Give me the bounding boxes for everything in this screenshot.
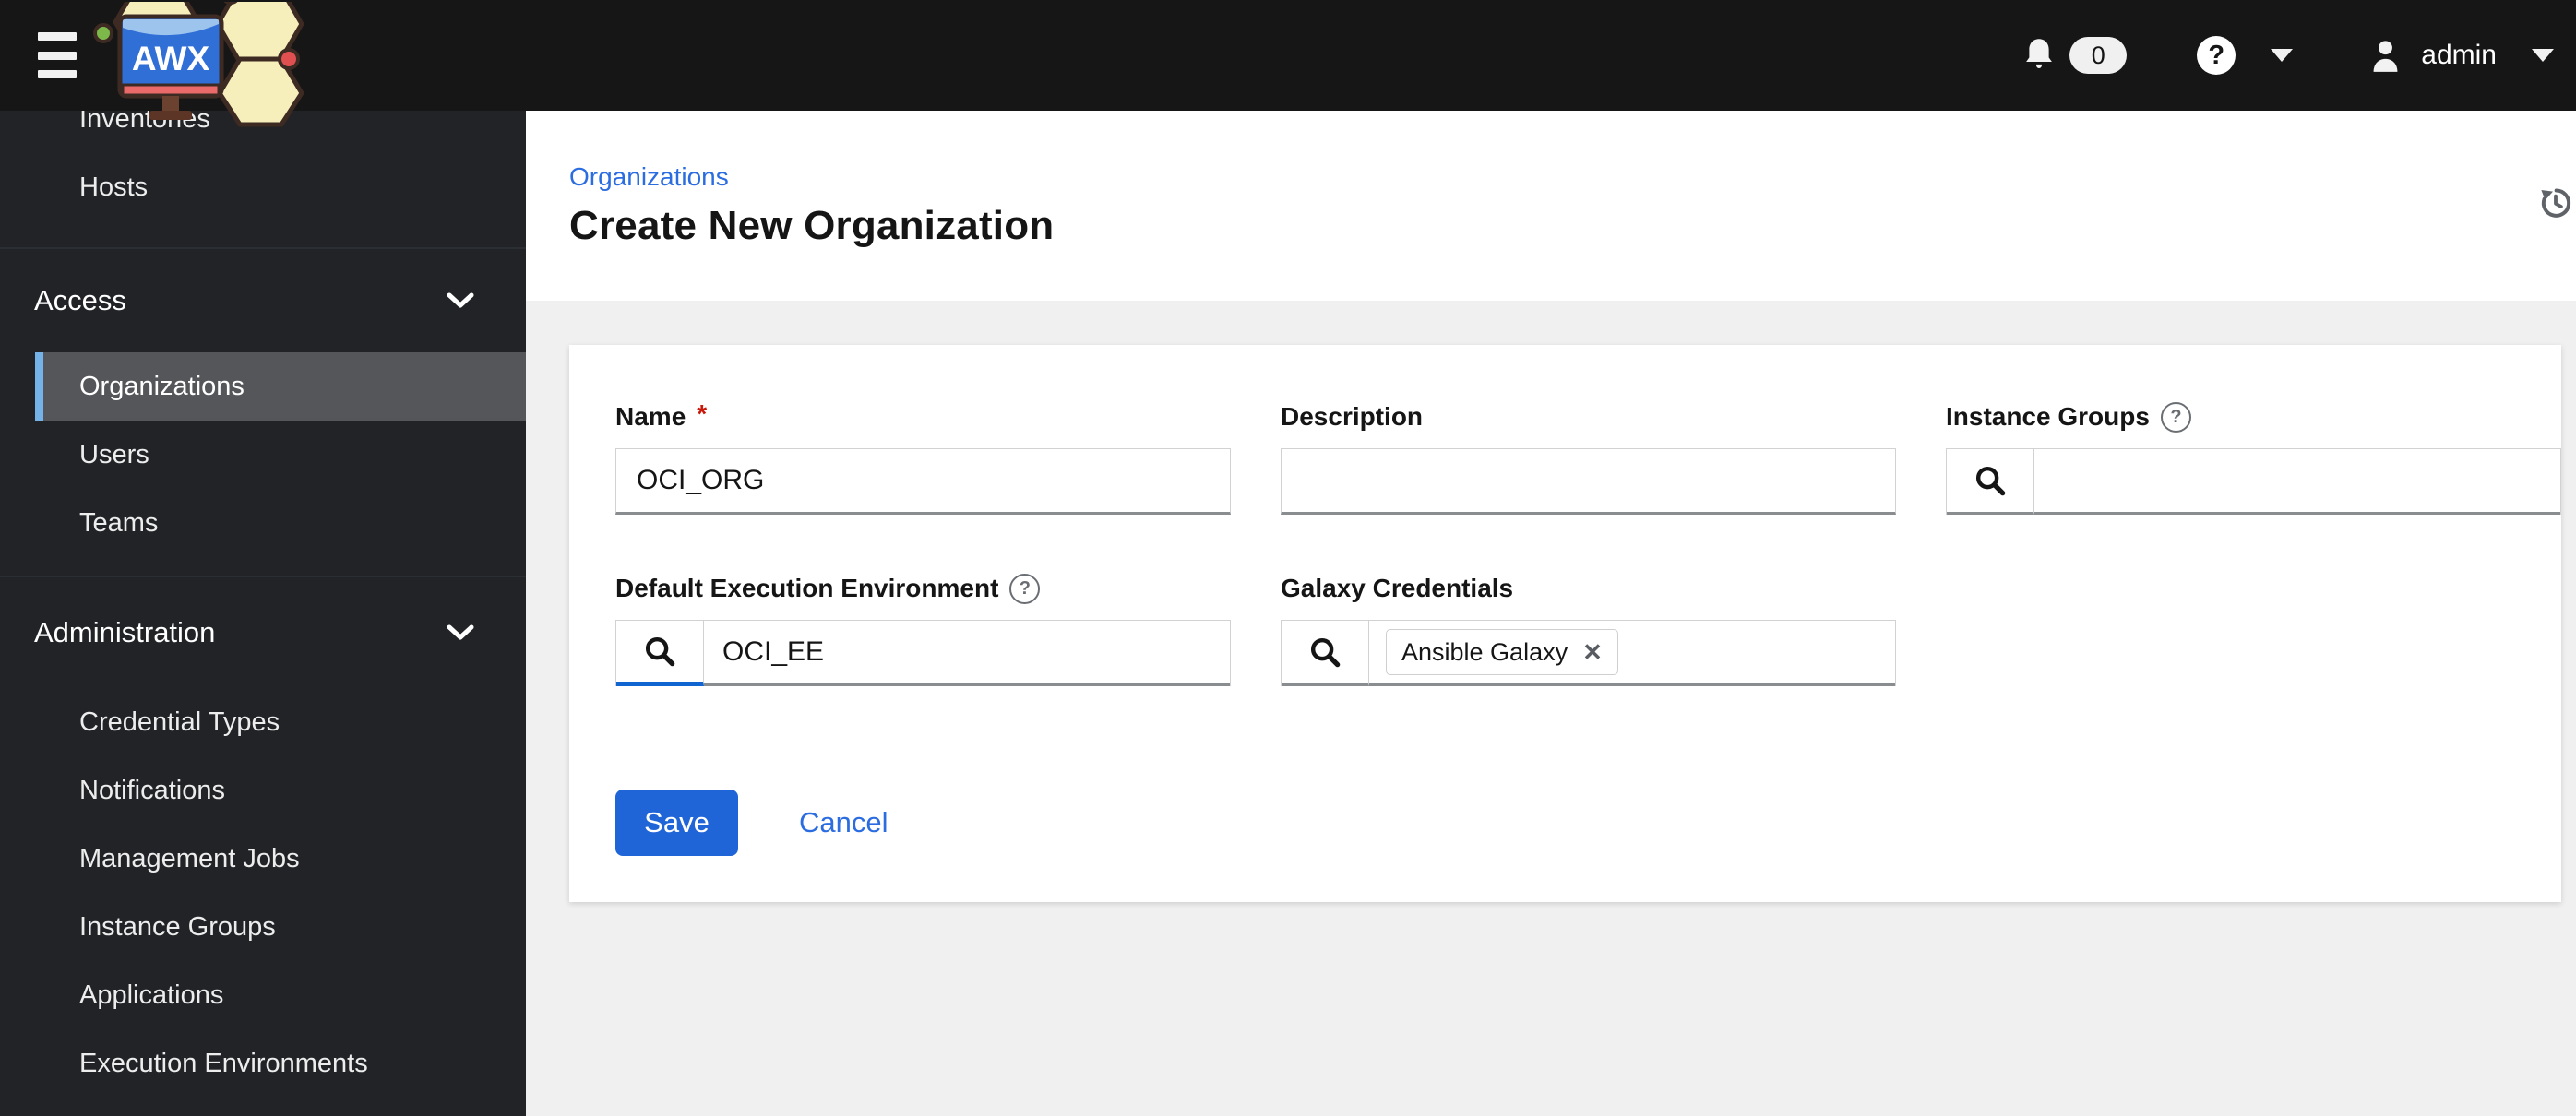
field-instance-groups: Instance Groups ? — [1946, 400, 2561, 515]
description-label: Description — [1281, 402, 1424, 431]
sidebar-group-administration-label: Administration — [34, 616, 216, 648]
form-actions: Save Cancel — [615, 790, 2561, 856]
cancel-link[interactable]: Cancel — [799, 806, 888, 839]
user-menu-caret-icon[interactable] — [2532, 49, 2554, 62]
default-execution-environment-label: Default Execution Environment — [615, 574, 999, 602]
sidebar-item-hosts[interactable]: Hosts — [35, 153, 526, 221]
nav-toggle-hamburger-icon[interactable] — [38, 32, 77, 78]
create-organization-form-card: Name * Description Instance Groups — [569, 345, 2561, 902]
sidebar-item-execution-environments[interactable]: Execution Environments — [35, 1029, 526, 1098]
name-label: Name — [615, 402, 686, 431]
galaxy-credentials-label: Galaxy Credentials — [1281, 574, 1514, 602]
default-execution-environment-search-button[interactable] — [616, 621, 704, 686]
field-description: Description — [1281, 400, 1896, 515]
instance-groups-label: Instance Groups — [1946, 402, 2150, 431]
page-title: Create New Organization — [569, 203, 1055, 248]
sidebar-item-management-jobs[interactable]: Management Jobs — [35, 825, 526, 893]
required-asterisk: * — [697, 399, 708, 428]
sidebar-item-instance-groups[interactable]: Instance Groups — [35, 893, 526, 961]
sidebar-group-access[interactable]: Access — [0, 249, 526, 352]
masthead: AWX 0 ? admin — [0, 0, 2576, 127]
history-icon[interactable] — [2537, 184, 2574, 224]
user-menu[interactable]: admin — [2370, 37, 2497, 74]
sidebar-item-credential-types[interactable]: Credential Types — [35, 688, 526, 756]
user-icon — [2370, 37, 2401, 74]
help-menu-caret-icon[interactable] — [2271, 49, 2294, 62]
awx-logo[interactable]: AWX — [92, 0, 314, 127]
username-label: admin — [2421, 40, 2497, 70]
breadcrumb: Organizations — [569, 162, 2576, 192]
help-icon[interactable]: ? — [2197, 36, 2236, 75]
sidebar-group-administration[interactable]: Administration — [0, 577, 526, 688]
breadcrumb-organizations-link[interactable]: Organizations — [569, 162, 729, 191]
save-button[interactable]: Save — [615, 790, 738, 856]
sidebar: Inventories Hosts Access Organizations U… — [0, 111, 526, 1116]
sidebar-item-teams[interactable]: Teams — [35, 489, 526, 557]
page-body: Name * Description Instance Groups — [526, 301, 2576, 1116]
field-name: Name * — [615, 399, 1231, 515]
svg-text:AWX: AWX — [132, 40, 210, 77]
instance-groups-help-icon[interactable]: ? — [2160, 401, 2191, 433]
default-execution-environment-help-icon[interactable]: ? — [1009, 573, 1041, 604]
chevron-down-icon — [446, 291, 475, 310]
galaxy-credentials-search-button[interactable] — [1282, 621, 1369, 686]
instance-groups-search-button[interactable] — [1947, 449, 2034, 515]
awx-monitor: AWX — [117, 14, 224, 120]
chevron-down-icon — [446, 623, 475, 642]
search-icon — [1975, 466, 2006, 496]
credential-chip: Ansible Galaxy ✕ — [1386, 629, 1618, 675]
sidebar-group-access-label: Access — [34, 284, 126, 316]
notifications-count-badge: 0 — [2069, 37, 2128, 74]
galaxy-credentials-chip-area[interactable]: Ansible Galaxy ✕ — [1369, 621, 1895, 686]
credential-chip-label: Ansible Galaxy — [1401, 637, 1568, 666]
name-input[interactable] — [615, 448, 1231, 515]
chip-close-icon[interactable]: ✕ — [1582, 640, 1603, 664]
notifications-bell-icon[interactable] — [2023, 36, 2055, 75]
field-default-execution-environment: Default Execution Environment ? — [615, 572, 1231, 686]
main-content: Organizations Create New Organization Na… — [526, 111, 2576, 1116]
sidebar-item-notifications[interactable]: Notifications — [35, 756, 526, 825]
search-icon — [645, 636, 675, 667]
sidebar-item-applications[interactable]: Applications — [35, 961, 526, 1029]
description-input[interactable] — [1281, 448, 1896, 515]
sidebar-item-users[interactable]: Users — [35, 421, 526, 489]
default-execution-environment-input[interactable] — [704, 621, 1230, 686]
field-galaxy-credentials: Galaxy Credentials Ansible Galaxy ✕ — [1281, 572, 1896, 686]
page-header: Organizations Create New Organization — [526, 111, 2576, 301]
instance-groups-input[interactable] — [2034, 449, 2560, 515]
sidebar-item-organizations[interactable]: Organizations — [35, 352, 526, 421]
search-icon — [1310, 637, 1341, 668]
